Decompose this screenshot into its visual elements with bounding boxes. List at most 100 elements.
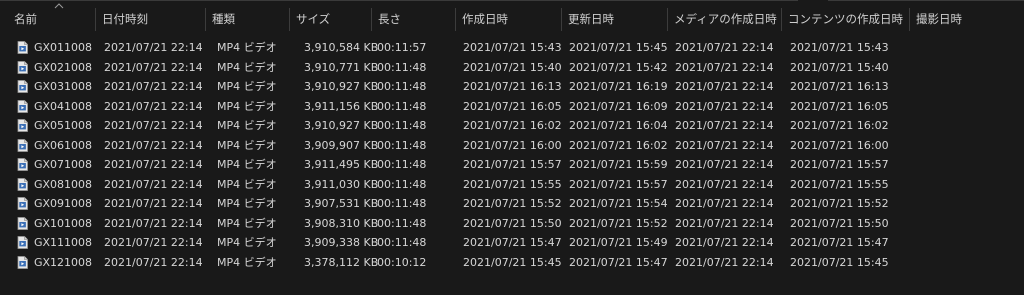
file-media-created: 2021/07/21 22:14 xyxy=(675,236,774,249)
file-media-created: 2021/07/21 22:14 xyxy=(675,255,774,269)
file-type: MP4 ビデオ xyxy=(217,119,277,132)
file-row[interactable]: GX031008 2021/07/21 22:14 MP4 ビデオ 3,910,927… xyxy=(0,77,1024,97)
file-date: 2021/07/21 22:14 xyxy=(104,177,203,191)
file-created: 2021/07/21 15:47 xyxy=(463,236,562,249)
file-date: 2021/07/21 22:14 xyxy=(104,255,203,269)
file-modified: 2021/07/21 15:45 xyxy=(569,41,668,54)
column-header-modified[interactable]: 更新日時 xyxy=(562,6,668,33)
column-header-media-created[interactable]: メディアの作成日時 xyxy=(668,6,782,33)
column-header-length[interactable]: 長さ xyxy=(372,6,456,33)
column-header-created[interactable]: 作成日時 xyxy=(456,6,562,33)
file-name: GX011008 xyxy=(34,41,93,54)
file-length: 00:11:48 xyxy=(377,158,427,171)
file-row[interactable]: GX011008 2021/07/21 22:14 MP4 ビデオ 3,910,584… xyxy=(0,38,1024,58)
file-name: GX081008 xyxy=(34,177,93,191)
file-length: 00:11:48 xyxy=(377,177,427,191)
file-date: 2021/07/21 22:14 xyxy=(104,60,203,74)
file-date: 2021/07/21 22:14 xyxy=(104,197,203,210)
file-media-created: 2021/07/21 22:14 xyxy=(675,197,774,210)
file-media-created: 2021/07/21 22:14 xyxy=(675,177,774,191)
file-content-created: 2021/07/21 15:40 xyxy=(790,60,889,74)
column-header-label: 種類 xyxy=(212,12,235,26)
file-media-created: 2021/07/21 22:14 xyxy=(675,80,774,93)
video-file-icon xyxy=(17,138,28,152)
file-length: 00:11:48 xyxy=(377,216,427,230)
file-name: GX021008 xyxy=(34,60,93,74)
file-created: 2021/07/21 16:13 xyxy=(463,80,562,93)
video-file-icon xyxy=(17,99,28,113)
file-length: 00:10:12 xyxy=(377,255,427,269)
file-row[interactable]: GX061008 2021/07/21 22:14 MP4 ビデオ 3,909,907… xyxy=(0,136,1024,156)
column-header-label: 日付時刻 xyxy=(102,12,148,26)
column-header-label: 長さ xyxy=(378,12,401,26)
video-file-icon xyxy=(17,236,28,249)
file-content-created: 2021/07/21 16:13 xyxy=(790,80,889,93)
file-modified: 2021/07/21 15:59 xyxy=(569,158,668,171)
file-modified: 2021/07/21 15:49 xyxy=(569,236,668,249)
column-header-shot-date[interactable]: 撮影日時 xyxy=(910,6,1010,33)
file-type: MP4 ビデオ xyxy=(217,216,277,230)
file-modified: 2021/07/21 15:57 xyxy=(569,177,668,191)
column-header-type[interactable]: 種類 xyxy=(206,6,290,33)
file-row[interactable]: GX041008 2021/07/21 22:14 MP4 ビデオ 3,911,156… xyxy=(0,97,1024,117)
file-row[interactable]: GX021008 2021/07/21 22:14 MP4 ビデオ 3,910,771… xyxy=(0,58,1024,78)
column-header-label: 更新日時 xyxy=(568,12,614,26)
file-date: 2021/07/21 22:14 xyxy=(104,119,203,132)
file-type: MP4 ビデオ xyxy=(217,236,277,249)
column-header-name[interactable]: 名前 xyxy=(8,3,96,33)
file-content-created: 2021/07/21 16:02 xyxy=(790,119,889,132)
file-type: MP4 ビデオ xyxy=(217,158,277,171)
file-type: MP4 ビデオ xyxy=(217,197,277,210)
file-created: 2021/07/21 16:05 xyxy=(463,99,562,113)
file-date: 2021/07/21 22:14 xyxy=(104,99,203,113)
file-created: 2021/07/21 15:55 xyxy=(463,177,562,191)
file-size: 3,908,310 KB xyxy=(304,216,379,230)
file-row[interactable]: GX091008 2021/07/21 22:14 MP4 ビデオ 3,907,531… xyxy=(0,194,1024,214)
column-header-label: コンテンツの作成日時 xyxy=(788,12,903,26)
file-content-created: 2021/07/21 15:50 xyxy=(790,216,889,230)
file-length: 00:11:48 xyxy=(377,138,427,152)
file-length: 00:11:48 xyxy=(377,119,427,132)
file-row[interactable]: GX101008 2021/07/21 22:14 MP4 ビデオ 3,908,310… xyxy=(0,214,1024,234)
file-row[interactable]: GX121008 2021/07/21 22:14 MP4 ビデオ 3,378,112… xyxy=(0,253,1024,273)
file-list: GX011008 2021/07/21 22:14 MP4 ビデオ 3,910,584… xyxy=(0,38,1024,272)
file-length: 00:11:48 xyxy=(377,80,427,93)
file-media-created: 2021/07/21 22:14 xyxy=(675,216,774,230)
video-file-icon xyxy=(17,119,28,132)
file-name: GX111008 xyxy=(34,236,93,249)
file-content-created: 2021/07/21 15:52 xyxy=(790,197,889,210)
top-border-segment xyxy=(828,0,1024,3)
file-size: 3,910,584 KB xyxy=(304,41,379,54)
column-header-content-created[interactable]: コンテンツの作成日時 xyxy=(782,6,910,33)
file-created: 2021/07/21 15:45 xyxy=(463,255,562,269)
file-created: 2021/07/21 15:52 xyxy=(463,197,562,210)
column-header-bar: 名前 日付時刻 種類 サイズ 長さ 作成日時 更新日時 メディアの作成日時 コン… xyxy=(0,3,1024,33)
column-header-label: 撮影日時 xyxy=(916,12,962,26)
file-name: GX031008 xyxy=(34,80,93,93)
file-media-created: 2021/07/21 22:14 xyxy=(675,158,774,171)
column-header-label: 名前 xyxy=(14,12,37,26)
file-row[interactable]: GX111008 2021/07/21 22:14 MP4 ビデオ 3,909,338… xyxy=(0,233,1024,253)
file-modified: 2021/07/21 15:52 xyxy=(569,216,668,230)
file-name: GX091008 xyxy=(34,197,93,210)
file-content-created: 2021/07/21 15:45 xyxy=(790,255,889,269)
file-modified: 2021/07/21 16:19 xyxy=(569,80,668,93)
file-modified: 2021/07/21 16:02 xyxy=(569,138,668,152)
chevron-up-icon xyxy=(54,3,64,9)
video-file-icon xyxy=(17,216,28,230)
file-row[interactable]: GX081008 2021/07/21 22:14 MP4 ビデオ 3,911,030… xyxy=(0,175,1024,195)
file-date: 2021/07/21 22:14 xyxy=(104,216,203,230)
file-size: 3,911,156 KB xyxy=(304,99,379,113)
column-header-label: サイズ xyxy=(296,12,331,26)
file-row[interactable]: GX051008 2021/07/21 22:14 MP4 ビデオ 3,910,927… xyxy=(0,116,1024,136)
file-type: MP4 ビデオ xyxy=(217,255,277,269)
video-file-icon xyxy=(17,41,28,54)
file-modified: 2021/07/21 15:42 xyxy=(569,60,668,74)
file-content-created: 2021/07/21 15:43 xyxy=(790,41,889,54)
column-header-date[interactable]: 日付時刻 xyxy=(96,6,206,33)
column-header-size[interactable]: サイズ xyxy=(290,6,372,33)
file-row[interactable]: GX071008 2021/07/21 22:14 MP4 ビデオ 3,911,495… xyxy=(0,155,1024,175)
file-modified: 2021/07/21 15:54 xyxy=(569,197,668,210)
file-date: 2021/07/21 22:14 xyxy=(104,41,203,54)
file-length: 00:11:48 xyxy=(377,197,427,210)
